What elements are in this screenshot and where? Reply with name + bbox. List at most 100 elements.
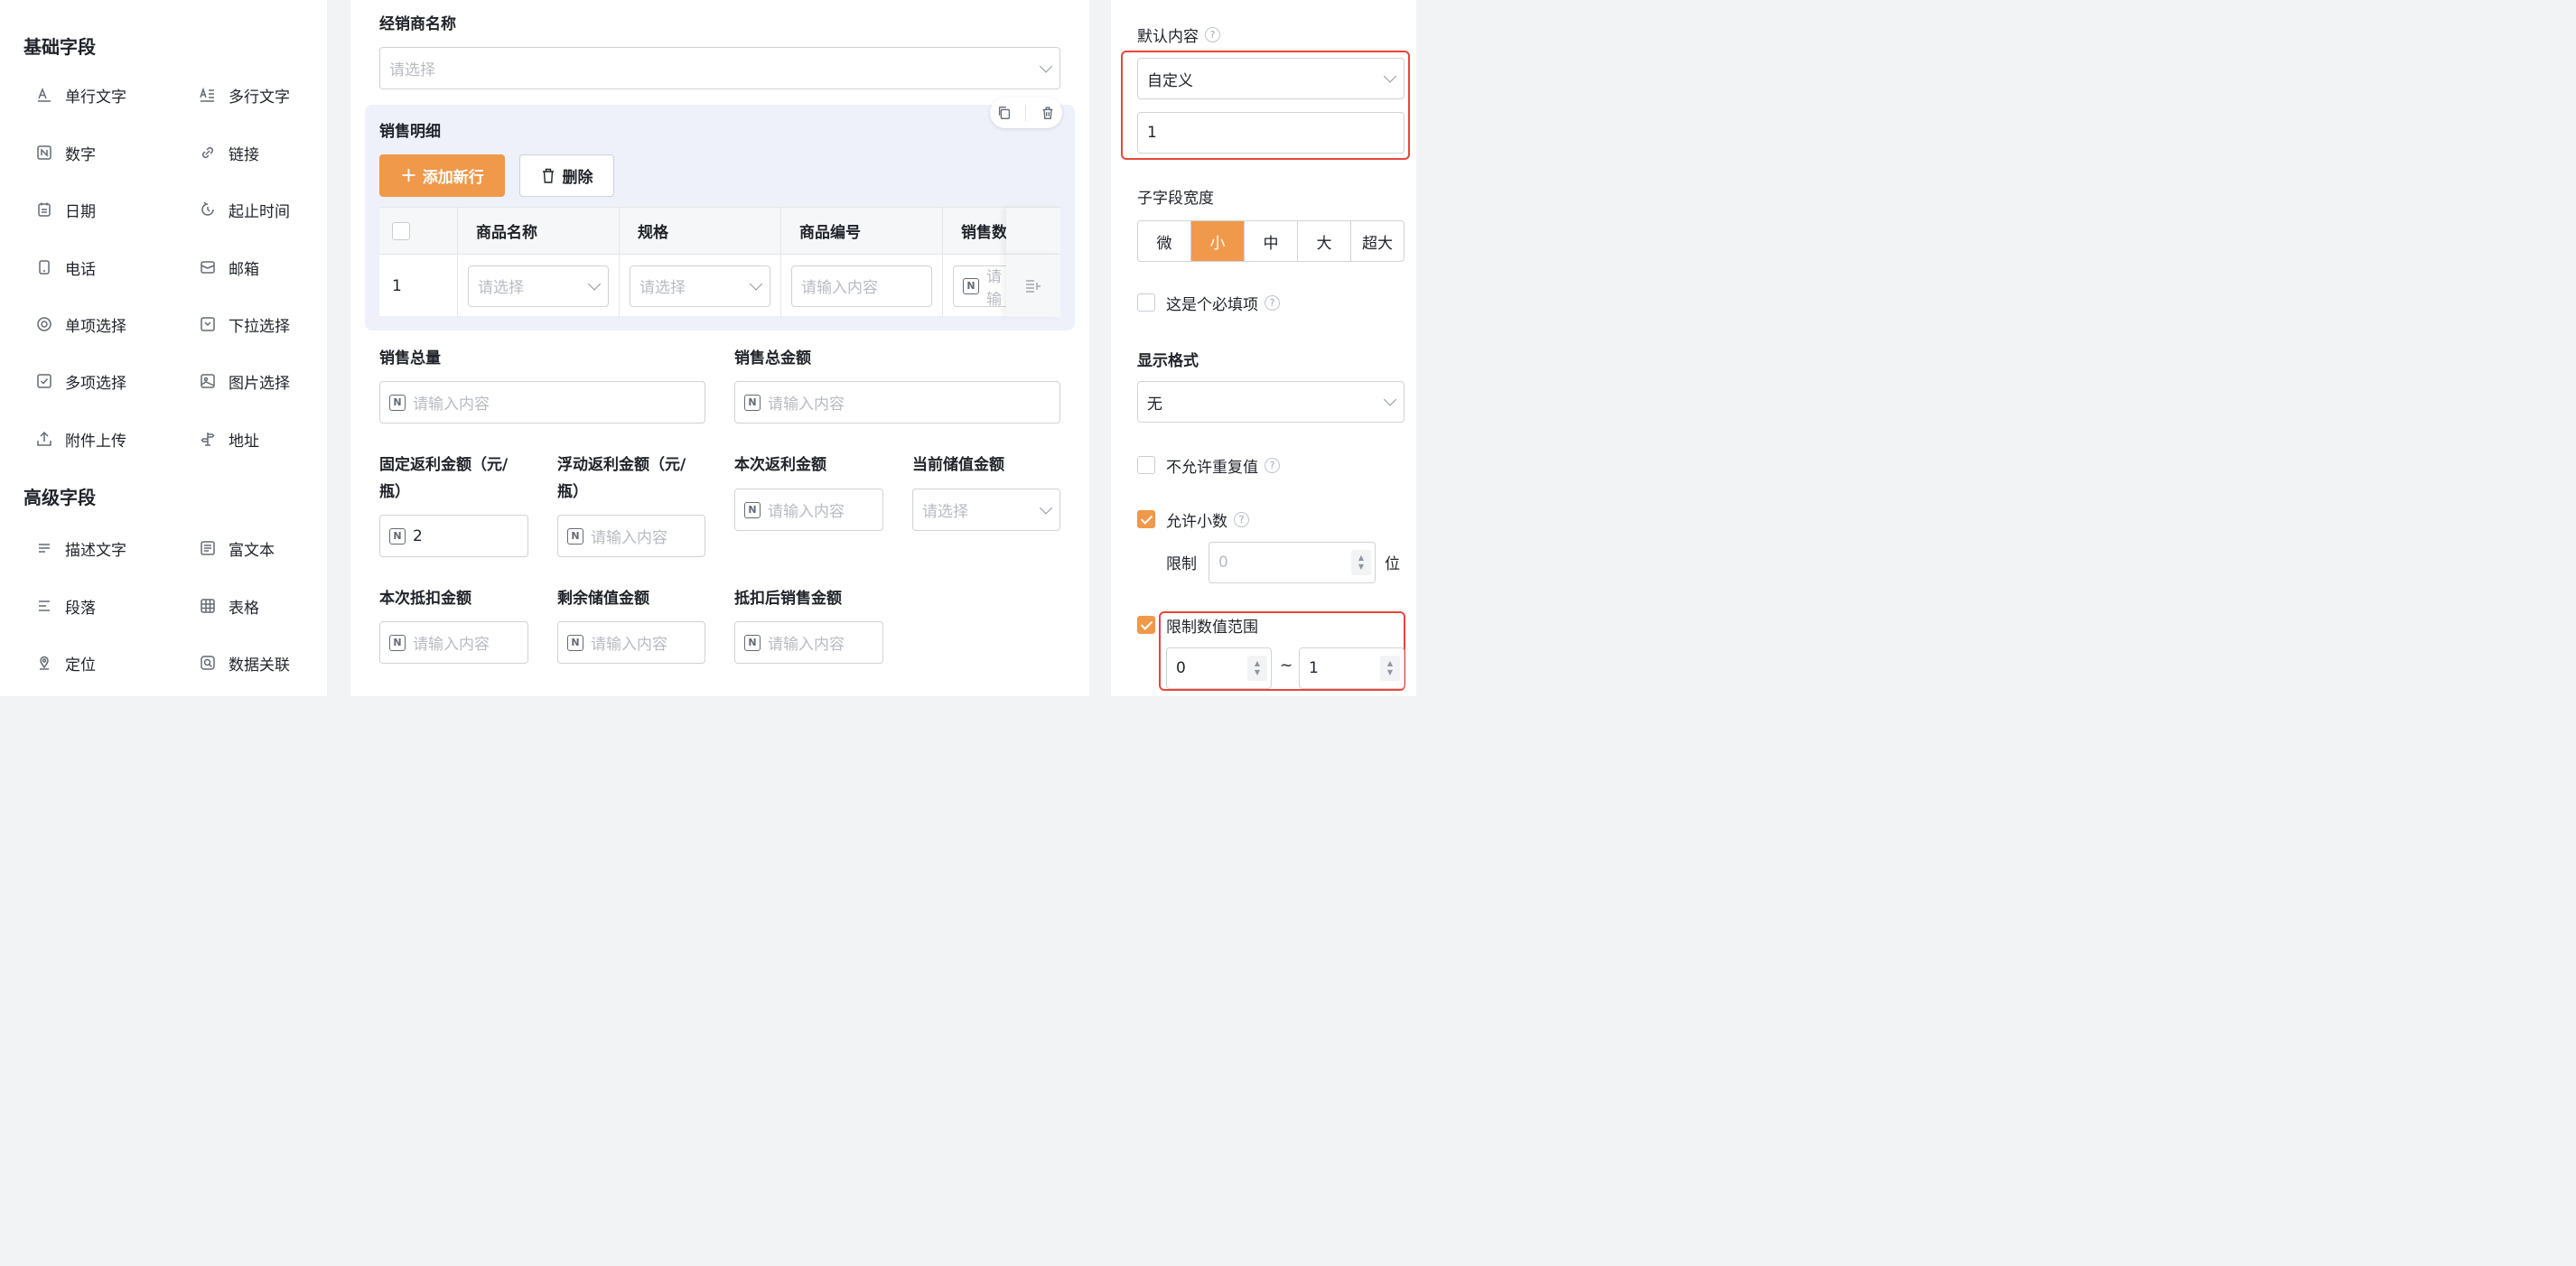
calendar-icon: [34, 200, 54, 219]
plus-icon: +: [400, 164, 417, 187]
field-richtext[interactable]: 富文本: [198, 535, 275, 561]
field-number[interactable]: 数字: [34, 140, 96, 165]
number-icon: [34, 143, 54, 163]
spec-select[interactable]: 请选择: [630, 265, 770, 307]
field-dropdown[interactable]: 下拉选择: [198, 312, 290, 337]
field-link[interactable]: 链接: [198, 140, 259, 165]
advanced-fields-title: 高级字段: [23, 487, 96, 508]
float-rebate-input[interactable]: N 请输入内容: [557, 515, 705, 557]
select-all-checkbox[interactable]: [392, 221, 410, 240]
help-icon[interactable]: ?: [1265, 295, 1280, 311]
phone-icon: [34, 257, 54, 277]
radio-icon: [34, 314, 54, 334]
address-icon: [198, 429, 218, 449]
range-limit-checkbox[interactable]: [1137, 616, 1155, 634]
field-attachment[interactable]: 附件上传: [34, 426, 126, 451]
subtable-grid: 商品名称 规格 商品编号 销售数 1 请选择 请选择 请输入内容 N 请输: [379, 207, 1060, 317]
data-link-icon: [198, 653, 218, 673]
paragraph-icon: [34, 596, 54, 616]
allow-decimal-checkbox[interactable]: [1137, 510, 1155, 528]
chevron-down-icon: [1383, 70, 1397, 83]
field-palette: 基础字段 单行文字 多行文字 数字 链接 日期 起止时间 电话 邮箱 单项选择 …: [0, 0, 327, 696]
field-location[interactable]: 定位: [34, 650, 96, 675]
deduct-input[interactable]: N 请输入内容: [379, 621, 528, 664]
current-rebate-label: 本次返利金额: [734, 456, 826, 474]
limit-unit: 位: [1385, 555, 1400, 573]
stepper-icon[interactable]: ▲ ▼: [1351, 550, 1371, 575]
copy-icon[interactable]: [996, 105, 1013, 121]
field-image[interactable]: 图片选择: [198, 368, 290, 394]
required-checkbox[interactable]: [1137, 293, 1155, 312]
decimal-places-input[interactable]: 0 ▲ ▼: [1209, 542, 1376, 583]
field-address[interactable]: 地址: [198, 426, 259, 451]
no-duplicate-checkbox[interactable]: [1137, 456, 1155, 474]
dealer-select[interactable]: 请选择: [379, 47, 1060, 89]
help-icon[interactable]: ?: [1265, 458, 1280, 473]
sales-amount-input[interactable]: N 请输入内容: [734, 381, 1060, 424]
row-detail-icon[interactable]: [1024, 278, 1042, 294]
chevron-down-icon: [587, 276, 602, 291]
richtext-icon: [198, 538, 218, 558]
mail-icon: [198, 257, 218, 277]
text-a-icon: [34, 85, 54, 105]
add-row-button[interactable]: + 添加新行: [379, 154, 505, 197]
current-rebate-input[interactable]: N 请输入内容: [734, 489, 883, 531]
default-mode-select[interactable]: 自定义: [1137, 58, 1405, 99]
width-option[interactable]: 大: [1298, 221, 1351, 261]
fixed-rebate-input[interactable]: N 2: [379, 515, 528, 557]
field-multi-line-text[interactable]: 多行文字: [198, 82, 290, 107]
field-paragraph[interactable]: 段落: [34, 593, 96, 619]
remain-input[interactable]: N 请输入内容: [557, 621, 705, 664]
allow-decimal-label: 允许小数 ?: [1166, 508, 1249, 531]
checkbox-icon: [34, 371, 54, 391]
stepper-icon[interactable]: ▲ ▼: [1247, 656, 1267, 681]
multiline-text-icon: [198, 85, 218, 105]
stepper-icon[interactable]: ▲ ▼: [1380, 656, 1400, 681]
toolbar-divider: [1025, 105, 1027, 121]
table-cell: N 请输: [943, 255, 1008, 317]
product-code-input[interactable]: 请输入内容: [791, 265, 932, 307]
column-header: 商品名称: [458, 208, 620, 255]
width-option[interactable]: 微: [1138, 221, 1191, 261]
field-time-range[interactable]: 起止时间: [198, 197, 290, 222]
field-single-line-text[interactable]: 单行文字: [34, 82, 126, 107]
field-description[interactable]: 描述文字: [34, 535, 126, 561]
field-phone[interactable]: 电话: [34, 255, 96, 280]
limit-label: 限制: [1166, 555, 1197, 573]
remain-label: 剩余储值金额: [557, 590, 649, 608]
number-icon: N: [389, 394, 406, 411]
range-max-input[interactable]: 1 ▲ ▼: [1299, 647, 1405, 689]
trash-icon: [542, 168, 554, 183]
range-min-input[interactable]: 0 ▲ ▼: [1166, 647, 1272, 689]
format-select[interactable]: 无: [1137, 381, 1405, 423]
number-icon: N: [389, 634, 406, 651]
description-icon: [34, 538, 54, 558]
width-option[interactable]: 中: [1245, 221, 1298, 261]
stored-value-label: 当前储值金额: [912, 456, 1004, 474]
delete-rows-button[interactable]: 删除: [519, 154, 614, 197]
default-value-input[interactable]: 1: [1137, 112, 1405, 154]
field-radio[interactable]: 单项选择: [34, 312, 126, 337]
after-deduct-label: 抵扣后销售金额: [734, 590, 842, 608]
field-data-link[interactable]: 数据关联: [198, 650, 290, 675]
sales-amount-label: 销售总金额: [734, 349, 811, 368]
sales-qty-input[interactable]: N 请输: [953, 265, 1007, 309]
product-name-select[interactable]: 请选择: [468, 265, 609, 307]
help-icon[interactable]: ?: [1205, 27, 1220, 42]
field-multi-select[interactable]: 多项选择: [34, 368, 126, 394]
column-header: 规格: [620, 208, 781, 255]
after-deduct-input[interactable]: N 请输入内容: [734, 621, 883, 664]
number-icon: N: [389, 527, 406, 545]
stored-value-select[interactable]: 请选择: [912, 489, 1060, 531]
width-option-selected[interactable]: 小: [1191, 221, 1245, 261]
field-table[interactable]: 表格: [198, 593, 259, 619]
sales-total-input[interactable]: N 请输入内容: [379, 381, 705, 424]
field-date[interactable]: 日期: [34, 197, 96, 222]
trash-icon[interactable]: [1040, 105, 1056, 121]
width-option[interactable]: 超大: [1351, 221, 1404, 261]
select-all-header: [379, 208, 458, 255]
help-icon[interactable]: ?: [1234, 512, 1249, 527]
range-limit-label: 限制数值范围: [1166, 619, 1258, 637]
number-icon: N: [744, 634, 761, 651]
field-email[interactable]: 邮箱: [198, 255, 259, 280]
